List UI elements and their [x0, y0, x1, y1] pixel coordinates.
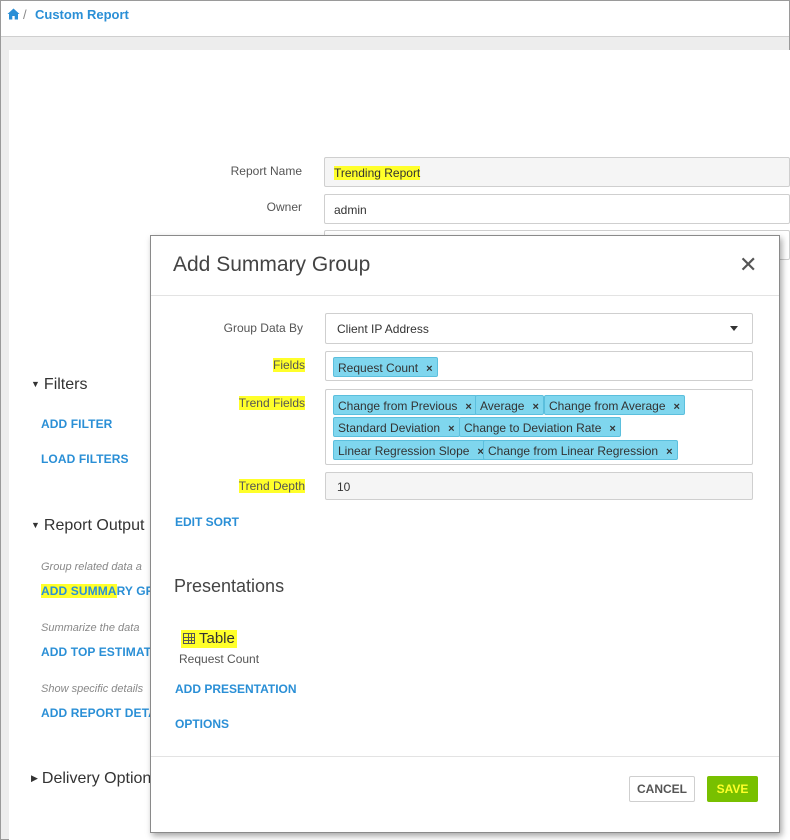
remove-tag-icon[interactable]: ×	[465, 401, 471, 413]
report-name-input[interactable]: Trending Report	[324, 157, 790, 187]
report-output-section[interactable]: ▼ Report Output	[31, 517, 144, 535]
trend-depth-value: 10	[337, 480, 351, 494]
breadcrumb: / Custom Report	[1, 1, 789, 37]
trend-field-tag[interactable]: Average ×	[475, 395, 544, 415]
trend-field-tag[interactable]: Change from Linear Regression ×	[483, 440, 678, 460]
hint-summarize: Summarize the data	[41, 622, 140, 634]
trend-depth-input[interactable]: 10	[325, 472, 753, 500]
owner-value: admin	[334, 203, 367, 217]
trend-fields-label: Trend Fields	[238, 396, 305, 410]
collapse-caret-icon: ▼	[31, 379, 40, 389]
group-by-value: Client IP Address	[337, 322, 429, 336]
save-button[interactable]: SAVE	[707, 776, 758, 802]
trend-field-tag[interactable]: Change to Deviation Rate ×	[459, 417, 621, 437]
filters-section[interactable]: ▼ Filters	[31, 376, 87, 394]
owner-label: Owner	[266, 200, 302, 214]
table-icon	[183, 633, 195, 644]
add-summary-rest: RY GR	[116, 584, 155, 598]
trend-field-tag[interactable]: Linear Regression Slope ×	[333, 440, 489, 460]
filters-heading: Filters	[43, 376, 88, 393]
presentation-table-label: Table	[199, 630, 235, 647]
edit-sort-link[interactable]: EDIT SORT	[175, 515, 239, 529]
delivery-section[interactable]: ▶ Delivery Option	[31, 770, 151, 788]
remove-tag-icon[interactable]: ×	[609, 423, 615, 435]
chevron-down-icon	[730, 326, 738, 331]
expand-caret-icon: ▶	[31, 773, 38, 783]
remove-tag-icon[interactable]: ×	[448, 423, 454, 435]
fields-input[interactable]: Request Count ×	[325, 351, 753, 381]
trend-field-tag[interactable]: Change from Average ×	[544, 395, 685, 415]
add-summary-group-dialog: Add Summary Group ✕ Group Data By Client…	[150, 235, 780, 833]
load-filters-link[interactable]: LOAD FILTERS	[41, 452, 129, 466]
collapse-caret-icon: ▼	[31, 520, 40, 530]
cancel-button[interactable]: CANCEL	[629, 776, 695, 802]
fields-label: Fields	[272, 358, 305, 372]
add-summary-group-link[interactable]: ADD SUMMARY GR	[41, 584, 154, 598]
divider	[151, 295, 779, 296]
report-name-label: Report Name	[230, 164, 302, 178]
add-presentation-link[interactable]: ADD PRESENTATION	[175, 682, 297, 696]
close-icon[interactable]: ✕	[739, 254, 757, 276]
group-by-label: Group Data By	[223, 321, 303, 335]
trend-fields-input[interactable]: Change from Previous × Average × Change fr…	[325, 389, 753, 465]
add-report-details-link[interactable]: ADD REPORT DETA	[41, 706, 157, 720]
remove-tag-icon[interactable]: ×	[426, 363, 432, 375]
breadcrumb-current[interactable]: Custom Report	[35, 7, 129, 22]
delivery-heading: Delivery Option	[41, 770, 152, 787]
presentation-table-sub: Request Count	[179, 652, 260, 666]
add-top-estimates-link[interactable]: ADD TOP ESTIMATE	[41, 645, 159, 659]
presentation-table-item[interactable]: Table	[181, 630, 237, 648]
trend-field-tag[interactable]: Standard Deviation ×	[333, 417, 460, 437]
options-link[interactable]: OPTIONS	[175, 717, 229, 731]
divider	[151, 756, 779, 757]
hint-group: Group related data a	[41, 561, 142, 573]
presentations-heading: Presentations	[174, 576, 285, 596]
home-icon[interactable]	[7, 8, 20, 20]
report-output-heading: Report Output	[43, 517, 145, 534]
dialog-title: Add Summary Group	[173, 253, 371, 276]
breadcrumb-separator: /	[23, 7, 27, 22]
group-by-select[interactable]: Client IP Address	[325, 313, 753, 344]
remove-tag-icon[interactable]: ×	[674, 401, 680, 413]
remove-tag-icon[interactable]: ×	[666, 446, 672, 458]
add-filter-link[interactable]: ADD FILTER	[41, 417, 112, 431]
owner-input[interactable]: admin	[324, 194, 790, 224]
hint-show: Show specific details	[41, 683, 144, 695]
remove-tag-icon[interactable]: ×	[532, 401, 538, 413]
trend-field-tag[interactable]: Change from Previous ×	[333, 395, 477, 415]
add-summary-highlight: ADD SUMMA	[41, 584, 117, 598]
field-tag[interactable]: Request Count ×	[333, 357, 438, 377]
trend-depth-label: Trend Depth	[238, 479, 305, 493]
report-name-value: Trending Report	[334, 166, 421, 180]
